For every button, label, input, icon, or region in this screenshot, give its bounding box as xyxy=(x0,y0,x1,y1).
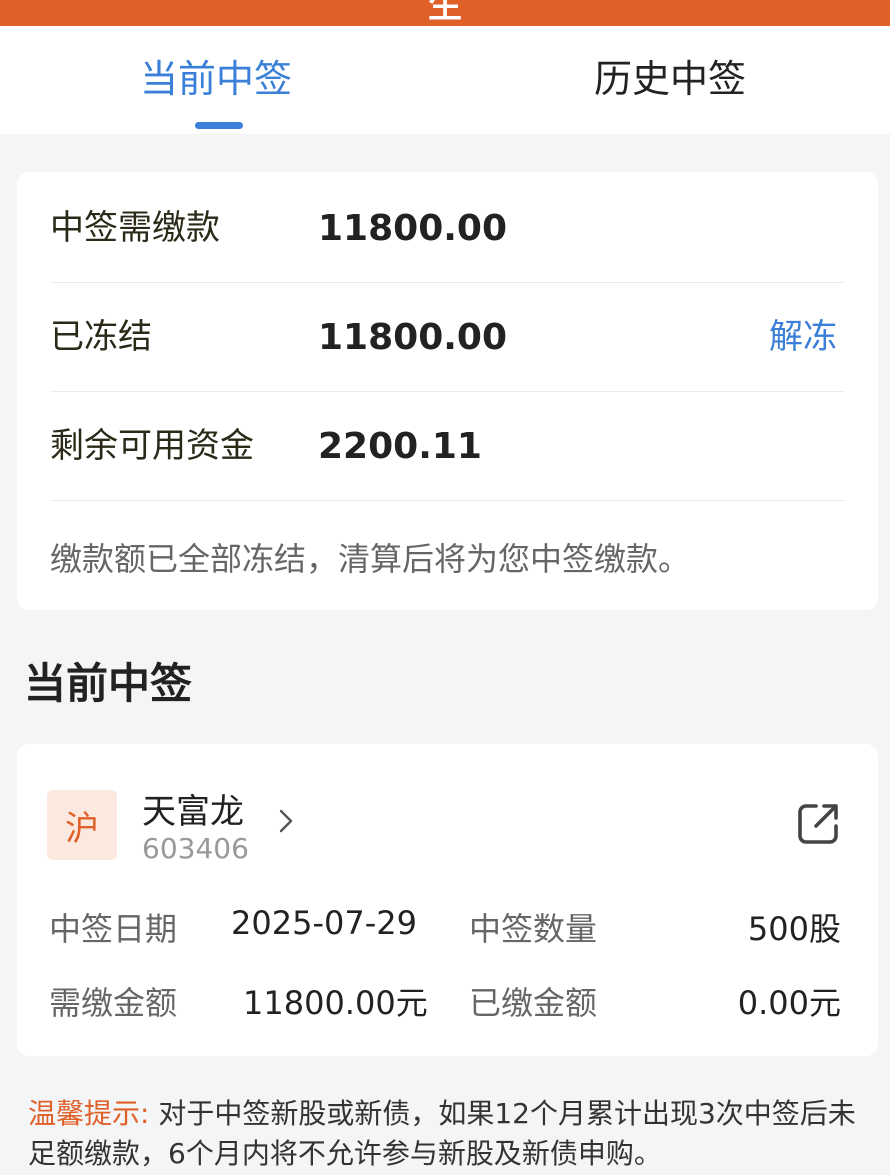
summary-row-available-funds: 剩余可用资金 2200.11 xyxy=(50,392,845,501)
amount-paid-label: 已缴金额 xyxy=(469,984,598,1022)
share-external-icon[interactable] xyxy=(794,800,842,848)
amount-due-value: 11800.00元 xyxy=(243,984,428,1022)
lot-date-label: 中签日期 xyxy=(49,910,178,948)
summary-row-payment-due: 中签需缴款 11800.00 xyxy=(50,174,845,283)
frozen-value: 11800.00 xyxy=(318,317,508,358)
tab-current-lots[interactable]: 当前中签 xyxy=(66,26,366,134)
frozen-label: 已冻结 xyxy=(50,317,152,357)
warm-tip: 温馨提示: 对于中签新股或新债，如果12个月累计出现3次中签后未足额缴款，6个月… xyxy=(28,1094,858,1174)
tab-history-lots[interactable]: 历史中签 xyxy=(520,26,820,134)
tip-text: 对于中签新股或新债，如果12个月累计出现3次中签后未足额缴款，6个月内将不允许参… xyxy=(28,1097,856,1170)
lot-quantity-label: 中签数量 xyxy=(469,910,598,948)
tip-label: 温馨提示: xyxy=(28,1097,150,1130)
active-tab-indicator xyxy=(195,122,243,129)
available-funds-value: 2200.11 xyxy=(318,426,482,467)
payment-due-label: 中签需缴款 xyxy=(50,208,220,248)
stock-code: 603406 xyxy=(142,832,249,865)
freeze-note: 缴款额已全部冻结，清算后将为您中签缴款。 xyxy=(50,540,691,578)
top-bar: 生 xyxy=(0,0,890,26)
amount-paid-value: 0.00元 xyxy=(737,984,841,1022)
lot-quantity-value: 500股 xyxy=(747,910,841,948)
summary-row-frozen: 已冻结 11800.00 解冻 xyxy=(50,283,845,392)
section-title: 当前中签 xyxy=(24,659,193,708)
chevron-right-icon[interactable] xyxy=(273,808,299,834)
unfreeze-button[interactable]: 解冻 xyxy=(769,283,837,392)
amount-due-label: 需缴金额 xyxy=(49,984,178,1022)
page-title: 生 xyxy=(428,0,462,26)
stock-name[interactable]: 天富龙 xyxy=(142,784,244,833)
payment-summary-card: 中签需缴款 11800.00 已冻结 11800.00 解冻 剩余可用资金 22… xyxy=(17,172,878,610)
payment-due-value: 11800.00 xyxy=(318,208,508,249)
market-badge: 沪 xyxy=(47,790,117,860)
lot-date-value: 2025-07-29 xyxy=(231,904,417,942)
lot-card: 沪 天富龙 603406 中签日期 2025-07-29 中签数量 500股 需… xyxy=(17,744,878,1056)
available-funds-label: 剩余可用资金 xyxy=(50,426,254,466)
tab-bar: 当前中签 历史中签 xyxy=(0,26,890,134)
